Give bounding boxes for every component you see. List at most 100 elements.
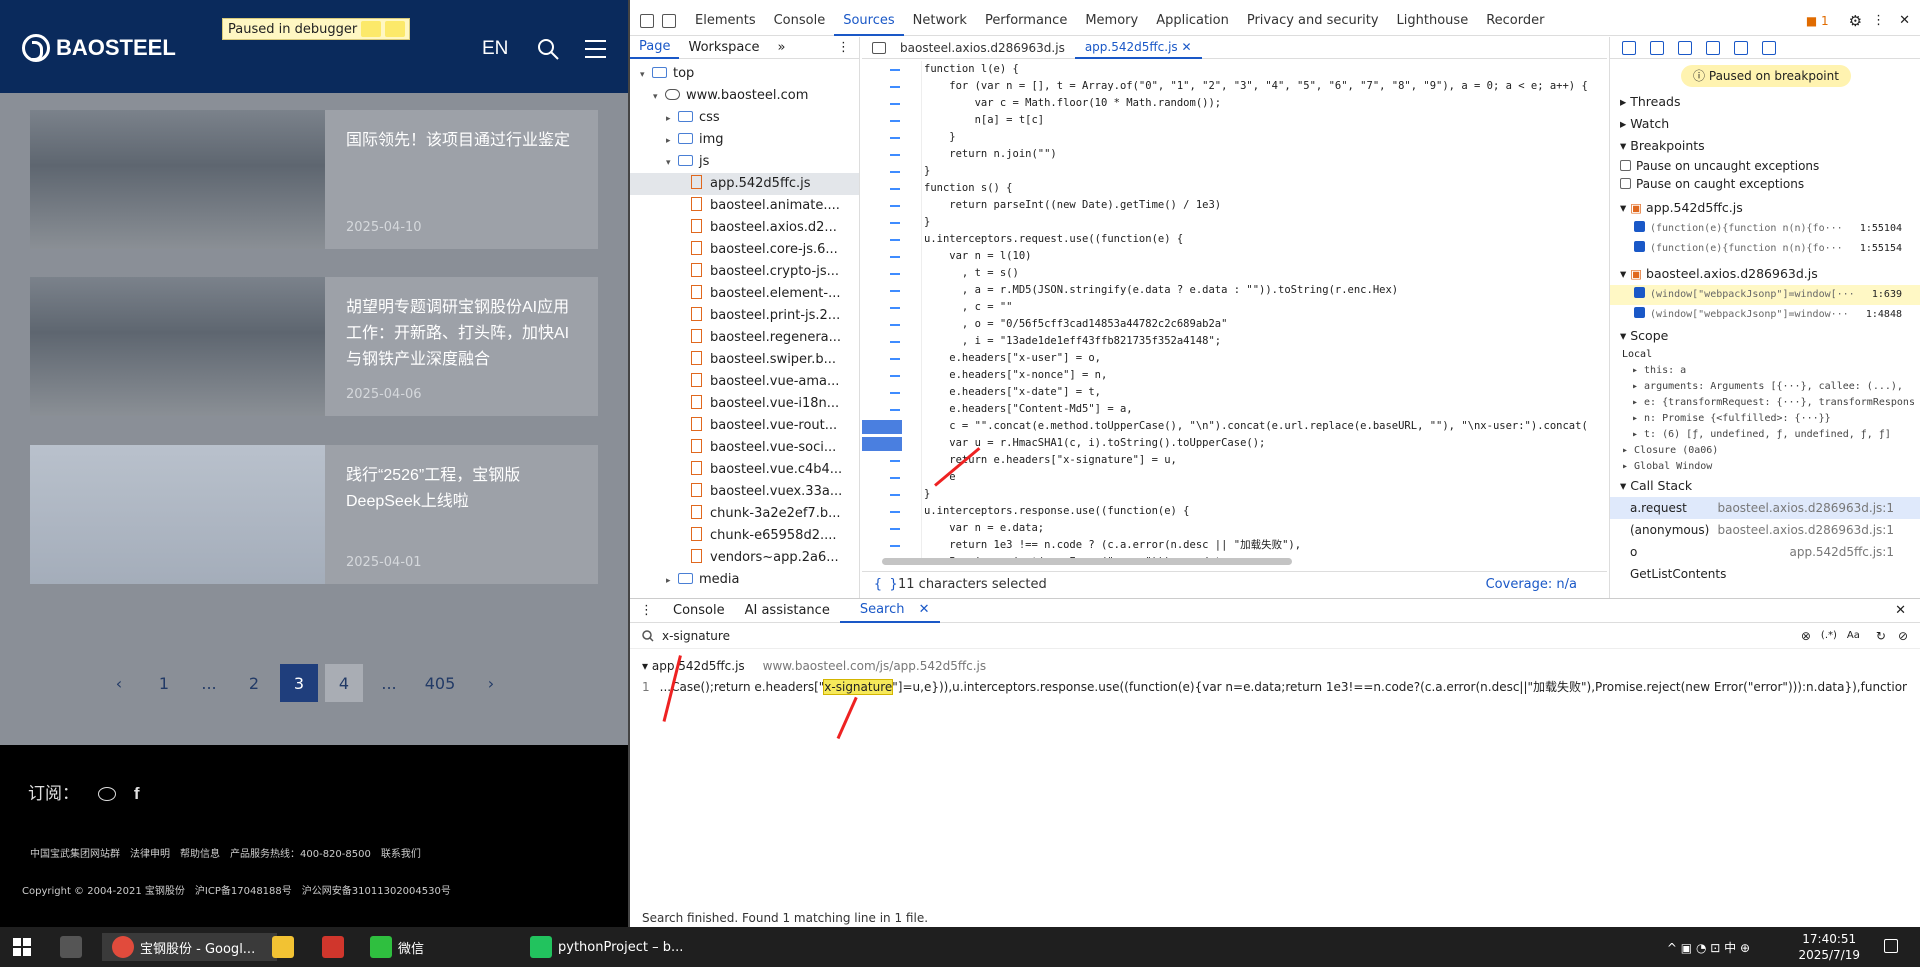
icp-link[interactable]: 沪ICP备17048188号 [195, 886, 292, 897]
tree-item-folder[interactable]: ▸ media [630, 569, 859, 591]
inspect-element-icon[interactable] [640, 13, 654, 28]
code-line[interactable]: e [924, 469, 1594, 486]
scope-local[interactable]: Local [1610, 347, 1920, 363]
code-line[interactable]: var n = e.data; [924, 520, 1594, 537]
breakpoint-item[interactable]: (window["webpackJsonp"]=window··· 1:4848 [1610, 305, 1920, 325]
system-tray[interactable]: ^ ▣ ◔ ⊡ 中 ⊕ [1667, 939, 1750, 956]
code-line[interactable]: } [924, 486, 1594, 503]
tab-sources[interactable]: Sources [834, 6, 904, 36]
page-2[interactable]: 2 [235, 664, 273, 702]
calculator-app[interactable] [60, 933, 88, 961]
taskbar-chrome[interactable]: 宝钢股份 - Googl... [102, 933, 277, 961]
horizontal-scrollbar[interactable] [882, 558, 1292, 565]
threads-section[interactable]: ▸ Threads [1610, 91, 1920, 113]
bp-file-group[interactable]: ▾ ▣ baosteel.axios.d286963d.js [1610, 263, 1920, 285]
checkbox[interactable] [1634, 221, 1645, 232]
tree-item-file[interactable]: baosteel.swiper.b... [630, 349, 859, 371]
resume-icon[interactable] [361, 21, 382, 37]
tab-network[interactable]: Network [904, 6, 976, 36]
news-card[interactable]: 胡望明专题调研宝钢股份AI应用工作：开新路、打头阵，加快AI与钢铁产业深度融合 2… [30, 277, 598, 416]
tab-page[interactable]: Page [630, 37, 680, 59]
step-icon[interactable] [1734, 40, 1748, 55]
code-line[interactable]: return parseInt((new Date).getTime() / 1… [924, 197, 1594, 214]
code-line[interactable]: e.headers["Content-Md5"] = a, [924, 401, 1594, 418]
callstack-section[interactable]: ▾ Call Stack [1610, 475, 1920, 497]
code-line[interactable]: for (var n = [], t = Array.of("0", "1", … [924, 78, 1594, 95]
scope-item[interactable]: ▸ t: (6) [ƒ, undefined, ƒ, undefined, ƒ,… [1610, 427, 1920, 443]
gutter-marker[interactable] [890, 341, 900, 343]
deactivate-breakpoints-icon[interactable] [1762, 40, 1776, 55]
news-title[interactable]: 国际领先！该项目通过行业鉴定 [346, 128, 581, 154]
wps-app[interactable] [322, 933, 350, 961]
breakpoints-section[interactable]: ▾ Breakpoints [1610, 135, 1920, 157]
code-line[interactable]: return 1e3 !== n.code ? (c.a.error(n.des… [924, 537, 1594, 554]
callstack-frame[interactable]: GetListContents [1610, 563, 1920, 585]
device-toolbar-icon[interactable] [662, 13, 676, 28]
breakpoint-item[interactable]: (function(e){function n(n){fo··· 1:55104 [1610, 219, 1920, 239]
code-line[interactable]: var u = r.HmacSHA1(c, i).toString().toUp… [924, 435, 1594, 452]
drawer-menu-icon[interactable]: ⋮ [630, 603, 663, 618]
tree-item-file[interactable]: baosteel.element-... [630, 283, 859, 305]
taskbar-wechat[interactable]: 微信 [370, 933, 424, 961]
gutter-marker[interactable] [890, 86, 900, 88]
result-file-header[interactable]: ▾ app.542d5ffc.js www.baosteel.com/js/app… [642, 659, 986, 673]
explorer-app[interactable] [272, 933, 300, 961]
page-4[interactable]: 4 [325, 664, 363, 702]
callstack-frame[interactable]: o app.542d5ffc.js:1 [1610, 541, 1920, 563]
gutter-marker[interactable] [890, 477, 900, 479]
search-input[interactable] [662, 628, 1262, 643]
gutter-marker[interactable] [890, 69, 900, 71]
tree-item-file[interactable]: baosteel.vue-i18n... [630, 393, 859, 415]
gutter-marker[interactable] [890, 103, 900, 105]
breakpoint-marker[interactable] [862, 437, 902, 451]
code-line[interactable]: } [924, 214, 1594, 231]
gutter-marker[interactable] [890, 392, 900, 394]
code-line[interactable]: , i = "13ade1de1eff43ffb821735f352a4148"… [924, 333, 1594, 350]
tab-application[interactable]: Application [1147, 6, 1238, 36]
gutter-marker[interactable] [890, 256, 900, 258]
gutter-marker[interactable] [890, 171, 900, 173]
gutter-marker[interactable] [890, 494, 900, 496]
pause-uncaught-checkbox[interactable]: Pause on uncaught exceptions [1610, 157, 1920, 175]
tree-item-file[interactable]: baosteel.animate.... [630, 195, 859, 217]
step-into-icon[interactable] [1678, 40, 1692, 55]
gutter-marker[interactable] [890, 137, 900, 139]
navigator-menu-icon[interactable]: ⋮ [828, 40, 859, 55]
tree-item-folder[interactable]: ▸ css [630, 107, 859, 129]
checkbox[interactable] [1634, 287, 1645, 298]
clock[interactable]: 17:40:51 2025/7/19 [1798, 931, 1860, 963]
language-switch[interactable]: EN [482, 38, 508, 60]
result-line[interactable]: 1 ...Case();return e.headers["x-signature… [642, 678, 1907, 696]
code-line[interactable]: return e.headers["x-signature"] = u, [924, 452, 1594, 469]
gutter-marker[interactable] [890, 545, 900, 547]
tree-item-folder[interactable]: ▾ js [630, 151, 859, 173]
bp-file-group[interactable]: ▾ ▣ app.542d5ffc.js [1610, 197, 1920, 219]
watch-section[interactable]: ▸ Watch [1610, 113, 1920, 135]
prev-page-button[interactable]: ‹ [100, 664, 138, 702]
gutter-marker[interactable] [890, 511, 900, 513]
editor-tab-axios[interactable]: baosteel.axios.d286963d.js [890, 41, 1075, 55]
editor-tab-app[interactable]: app.542d5ffc.js ✕ [1074, 37, 1202, 59]
gutter-marker[interactable] [890, 222, 900, 224]
next-page-button[interactable]: › [472, 664, 510, 702]
close-devtools-icon[interactable]: ✕ [1899, 13, 1910, 28]
tree-item-file[interactable]: baosteel.print-js.2... [630, 305, 859, 327]
gutter-marker[interactable] [890, 205, 900, 207]
tree-item-file[interactable]: baosteel.core-js.6... [630, 239, 859, 261]
regex-toggle[interactable]: (.*) [1821, 630, 1837, 641]
footer-link[interactable]: 帮助信息 [180, 849, 220, 860]
search-icon[interactable] [537, 38, 559, 60]
tree-item-folder[interactable]: ▾ top [630, 63, 859, 85]
tree-item-file[interactable]: chunk-3a2e2ef7.b... [630, 503, 859, 525]
tab-elements[interactable]: Elements [686, 6, 765, 36]
case-toggle[interactable]: Aa [1847, 630, 1860, 641]
start-button[interactable] [12, 933, 32, 961]
news-card[interactable]: 国际领先！该项目通过行业鉴定 2025-04-10 [30, 110, 598, 249]
code-line[interactable]: , a = r.MD5(JSON.stringify(e.data ? e.da… [924, 282, 1594, 299]
pause-caught-checkbox[interactable]: Pause on caught exceptions [1610, 175, 1920, 193]
tree-item-file[interactable]: baosteel.vue-soci... [630, 437, 859, 459]
code-line[interactable]: e.headers["x-date"] = t, [924, 384, 1594, 401]
gutter-marker[interactable] [890, 528, 900, 530]
checkbox[interactable] [1634, 241, 1645, 252]
refresh-icon[interactable]: ↻ [1876, 629, 1886, 643]
